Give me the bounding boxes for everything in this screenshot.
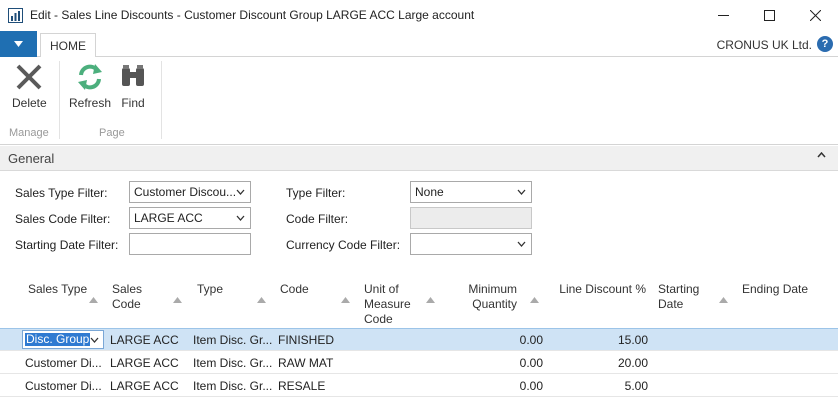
column-header-line-discount[interactable]: Line Discount %: [548, 282, 646, 297]
refresh-icon: [78, 64, 103, 90]
find-label: Find: [121, 96, 145, 110]
row-focus-line: [0, 328, 838, 329]
minimum-quantity-cell[interactable]: 0.00: [445, 379, 543, 393]
title-bar: Edit - Sales Line Discounts - Customer D…: [0, 0, 838, 31]
chevron-down-icon: [517, 189, 526, 195]
type-filter-value: None: [415, 185, 444, 199]
refresh-button[interactable]: Refresh: [69, 61, 111, 110]
group-label-manage: Manage: [9, 127, 49, 139]
ribbon-tab-row: HOME CRONUS UK Ltd. ?: [0, 31, 838, 58]
help-icon[interactable]: ?: [817, 36, 833, 52]
company-name[interactable]: CRONUS UK Ltd.: [717, 38, 812, 52]
code-cell[interactable]: FINISHED: [278, 333, 358, 347]
type-cell[interactable]: Item Disc. Gr...: [193, 356, 273, 370]
line-discount-cell[interactable]: 20.00: [548, 356, 648, 370]
tab-home[interactable]: HOME: [40, 33, 96, 58]
binoculars-icon: [122, 65, 144, 86]
close-button[interactable]: [792, 0, 838, 31]
sales-type-cell[interactable]: Customer Di...: [25, 356, 105, 370]
chevron-down-icon: [236, 189, 245, 195]
sort-arrow-icon: [341, 297, 350, 303]
column-header-minimum-quantity[interactable]: Minimum Quantity: [455, 282, 517, 312]
sales-code-cell[interactable]: LARGE ACC: [110, 379, 190, 393]
collapse-icon: [817, 152, 826, 158]
code-filter-label: Code Filter:: [286, 212, 349, 226]
minimum-quantity-cell[interactable]: 0.00: [445, 356, 543, 370]
sort-arrow-icon: [173, 297, 182, 303]
code-filter-input: [410, 207, 532, 229]
table-row[interactable]: Customer Di... LARGE ACC Item Disc. Gr..…: [0, 374, 838, 397]
sort-arrow-icon: [530, 297, 539, 303]
ribbon-separator: [161, 61, 162, 139]
file-menu-chevron-icon: [14, 41, 23, 47]
ribbon: Delete Refresh Find Manage Page: [0, 57, 838, 145]
column-header-code[interactable]: Code: [280, 282, 340, 297]
code-cell[interactable]: RESALE: [278, 379, 358, 393]
refresh-label: Refresh: [69, 96, 112, 110]
column-header-unit-of-measure-code[interactable]: Unit of Measure Code: [364, 282, 422, 327]
maximize-icon: [763, 10, 775, 21]
delete-label: Delete: [12, 96, 47, 110]
fasttab-title: General: [8, 151, 55, 166]
line-discount-cell[interactable]: 5.00: [548, 379, 648, 393]
sort-arrow-icon: [257, 297, 266, 303]
sales-code-cell[interactable]: LARGE ACC: [110, 333, 190, 347]
type-filter-label: Type Filter:: [286, 186, 346, 200]
sales-type-cell-editor[interactable]: Disc. Group: [22, 330, 104, 349]
chevron-down-icon: [517, 241, 526, 247]
file-menu-button[interactable]: [0, 31, 37, 57]
column-header-sales-type[interactable]: Sales Type: [28, 282, 88, 297]
type-filter-select[interactable]: None: [410, 181, 532, 203]
ribbon-separator: [59, 61, 60, 139]
app-icon: [8, 8, 23, 23]
minimize-icon: [717, 15, 729, 16]
sales-type-filter-value: Customer Discou...: [134, 185, 237, 199]
line-discount-cell[interactable]: 15.00: [548, 333, 648, 347]
sales-type-cell[interactable]: Customer Di...: [25, 379, 105, 393]
delete-button[interactable]: Delete: [12, 61, 47, 110]
column-header-starting-date[interactable]: Starting Date: [658, 282, 718, 312]
starting-date-filter-label: Starting Date Filter:: [15, 238, 119, 252]
sort-arrow-icon: [89, 297, 98, 303]
sort-arrow-icon: [719, 297, 728, 303]
type-cell[interactable]: Item Disc. Gr...: [193, 333, 273, 347]
table-row[interactable]: Customer Di... LARGE ACC Item Disc. Gr..…: [0, 351, 838, 374]
grid-header: Sales Type Sales Code Type Code Unit of …: [0, 276, 838, 326]
table-row[interactable]: Disc. Group LARGE ACC Item Disc. Gr... F…: [0, 328, 838, 351]
general-fasttab-header[interactable]: General: [0, 146, 838, 171]
chevron-down-icon: [236, 215, 245, 221]
maximize-button[interactable]: [746, 0, 792, 31]
currency-code-filter-select[interactable]: [410, 233, 532, 255]
close-icon: [809, 10, 821, 21]
column-header-ending-date[interactable]: Ending Date: [742, 282, 822, 297]
currency-code-filter-label: Currency Code Filter:: [286, 238, 401, 252]
minimize-button[interactable]: [700, 0, 746, 31]
group-label-page: Page: [99, 127, 125, 139]
column-header-sales-code[interactable]: Sales Code: [112, 282, 162, 312]
sales-type-filter-label: Sales Type Filter:: [15, 186, 108, 200]
code-cell[interactable]: RAW MAT: [278, 356, 358, 370]
window-title: Edit - Sales Line Discounts - Customer D…: [30, 8, 475, 22]
type-cell[interactable]: Item Disc. Gr...: [193, 379, 273, 393]
column-header-type[interactable]: Type: [197, 282, 257, 297]
minimum-quantity-cell[interactable]: 0.00: [445, 333, 543, 347]
sales-code-cell[interactable]: LARGE ACC: [110, 356, 190, 370]
sales-code-filter-label: Sales Code Filter:: [15, 212, 111, 226]
delete-icon: [16, 64, 42, 90]
sort-arrow-icon: [426, 297, 435, 303]
find-button[interactable]: Find: [116, 61, 150, 110]
sales-type-cell-value: Disc. Group: [25, 332, 91, 346]
sales-code-filter-value: LARGE ACC: [134, 211, 203, 225]
sales-code-filter-select[interactable]: LARGE ACC: [129, 207, 251, 229]
starting-date-filter-input[interactable]: [129, 233, 251, 255]
sales-type-filter-select[interactable]: Customer Discou...: [129, 181, 251, 203]
chevron-down-icon[interactable]: [90, 337, 99, 343]
